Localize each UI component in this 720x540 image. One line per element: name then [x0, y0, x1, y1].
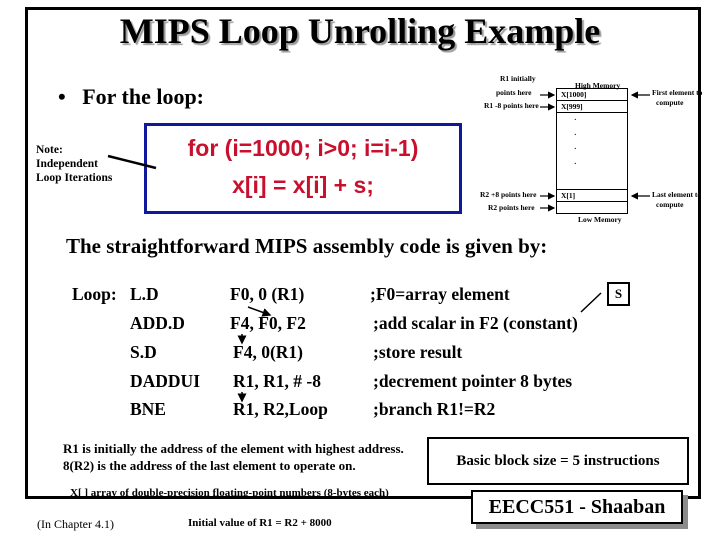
ellipsis-dot: · — [574, 144, 577, 153]
asm-comment: ;store result — [373, 342, 463, 362]
basic-block-size-box: Basic block size = 5 instructions — [427, 437, 689, 485]
asm-args: R1, R1, # -8 — [233, 371, 321, 391]
footnote-r1: R1 is initially the address of the eleme… — [63, 441, 404, 456]
bullet-symbol: • — [58, 84, 66, 109]
asm-op: BNE — [130, 399, 166, 419]
loop-code-box: for (i=1000; i>0; i=i-1) x[i] = x[i] + s… — [144, 123, 462, 214]
asm-op: L.D — [130, 284, 159, 304]
assembly-heading: The straightforward MIPS assembly code i… — [66, 234, 548, 258]
first-element-label-2: compute — [656, 98, 684, 107]
loop-code-line-2: x[i] = x[i] + s; — [232, 172, 374, 198]
asm-op: DADDUI — [130, 371, 200, 391]
r1-minus-8-label: R1 -8 points here — [484, 101, 539, 110]
loop-code-line-1: for (i=1000; i>0; i=i-1) — [187, 135, 419, 161]
asm-comment: ;add scalar in F2 (constant) — [373, 313, 578, 333]
last-element-label-2: compute — [656, 200, 684, 209]
asm-comment: ;branch R1!=R2 — [373, 399, 496, 419]
ellipsis-dot: · — [574, 159, 577, 168]
asm-comment: ;decrement pointer 8 bytes — [373, 371, 573, 391]
r2-plus-8-label: R2 +8 points here — [480, 190, 537, 199]
memory-cell-label: X[999] — [561, 102, 583, 111]
r2-points-here-label: R2 points here — [488, 203, 535, 212]
memory-gap: · · · · — [556, 112, 628, 189]
asm-label: Loop: — [72, 284, 117, 304]
chapter-reference: (In Chapter 4.1) — [37, 517, 114, 531]
ellipsis-dot: · — [574, 115, 577, 124]
memory-cell-r2 — [556, 201, 628, 214]
asm-comment: ;F0=array element — [370, 284, 510, 304]
scalar-s-box: S — [607, 282, 630, 306]
memory-cell-label: X[1] — [561, 191, 576, 200]
ellipsis-dot: · — [574, 130, 577, 139]
bullet-for-the-loop: • For the loop: — [58, 84, 204, 110]
asm-op: S.D — [130, 342, 157, 362]
asm-args: F0, 0 (R1) — [230, 284, 305, 304]
low-memory-label: Low Memory — [578, 215, 622, 224]
asm-args: R1, R2,Loop — [233, 399, 328, 419]
asm-op: ADD.D — [130, 313, 185, 333]
footnote-array: X[ ] array of double-precision floating-… — [70, 487, 389, 499]
r1-initially-label: R1 initially — [500, 74, 536, 83]
course-badge: EECC551 - Shaaban — [471, 490, 683, 524]
asm-args: F4, 0(R1) — [233, 342, 303, 362]
last-element-label: Last element to — [652, 190, 702, 199]
memory-cell-label: X[1000] — [561, 90, 587, 99]
note-independent-iterations: Note: Independent Loop Iterations — [36, 144, 113, 184]
asm-args: F4, F0, F2 — [230, 313, 306, 333]
r1-points-here-label: points here — [496, 88, 532, 97]
first-element-label: First element to — [652, 88, 703, 97]
initial-value-note: Initial value of R1 = R2 + 8000 — [188, 517, 332, 529]
footnote-r2: 8(R2) is the address of the last element… — [63, 458, 356, 473]
bullet-text: For the loop: — [82, 84, 205, 109]
slide-title: MIPS Loop Unrolling Example — [119, 11, 601, 51]
